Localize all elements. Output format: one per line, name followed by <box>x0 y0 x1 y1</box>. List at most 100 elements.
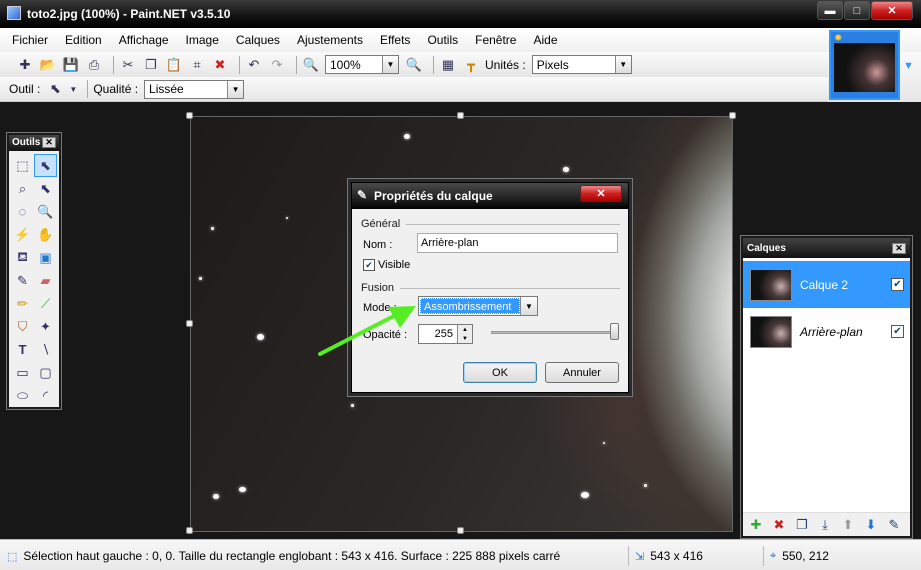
tools-panel-header: Outils ✕ <box>9 135 59 151</box>
color-picker-tool-icon[interactable]: ⟋ <box>34 292 57 315</box>
crop-icon[interactable]: ⌗ <box>188 56 206 74</box>
move-selected-pixels-tool-icon[interactable]: ⬉ <box>34 177 57 200</box>
units-combo[interactable]: Pixels ▼ <box>531 55 632 74</box>
text-tool-icon[interactable]: T <box>11 338 34 361</box>
deselect-icon[interactable]: ✖ <box>211 56 229 74</box>
resize-handle[interactable] <box>729 112 736 119</box>
menu-image[interactable]: Image <box>180 33 225 47</box>
selection-text: Sélection haut gauche : 0, 0. Taille du … <box>23 549 561 563</box>
rounded-rectangle-tool-icon[interactable]: ▢ <box>34 361 57 384</box>
ruler-icon[interactable]: ┳ <box>462 56 480 74</box>
copy-icon[interactable]: ❐ <box>142 56 160 74</box>
resize-handle[interactable] <box>186 320 193 327</box>
resize-handle[interactable] <box>186 112 193 119</box>
cursor-position-status: ⌖ 550, 212 <box>770 549 829 563</box>
paintnet-app-icon <box>7 6 21 20</box>
menu-outils[interactable]: Outils <box>421 33 464 47</box>
zoom-tool-icon[interactable]: 🔍 <box>34 200 57 223</box>
lasso-select-tool-icon[interactable]: ⌕ <box>11 177 34 200</box>
move-selection-tool-icon[interactable]: ⬉ <box>46 80 64 98</box>
close-button[interactable]: ✕ <box>871 1 913 20</box>
chevron-down-icon: ▼ <box>520 297 537 315</box>
layer-visible-checkbox[interactable]: ✔ <box>891 325 904 338</box>
resize-handle[interactable] <box>457 112 464 119</box>
eraser-tool-icon[interactable]: ▰ <box>34 269 57 292</box>
freeform-shape-tool-icon[interactable]: ◜ <box>34 384 57 407</box>
print-icon[interactable]: ⎙ <box>85 56 103 74</box>
zoom-value: 100% <box>330 57 361 72</box>
chevron-down-icon[interactable]: ▼ <box>69 80 77 98</box>
move-layer-down-icon[interactable]: ⬇ <box>862 516 880 534</box>
undo-icon[interactable]: ↶ <box>245 56 263 74</box>
new-file-icon[interactable]: ✚ <box>16 56 34 74</box>
rectangle-select-tool-icon[interactable]: ⬚ <box>11 154 34 177</box>
zoom-combo[interactable]: 100% ▼ <box>325 55 399 74</box>
menu-fichier[interactable]: Fichier <box>6 33 54 47</box>
cut-icon[interactable]: ✂ <box>119 56 137 74</box>
star <box>239 487 246 492</box>
star <box>581 492 589 498</box>
layer-item[interactable]: Arrière-plan ✔ <box>743 308 910 355</box>
resize-handle[interactable] <box>457 527 464 534</box>
visible-checkbox[interactable]: ✔ <box>363 259 375 271</box>
spinner-arrows-icon[interactable]: ▲ ▼ <box>457 325 472 343</box>
menu-calques[interactable]: Calques <box>230 33 286 47</box>
opacity-spinner[interactable]: 255 ▲ ▼ <box>418 324 473 344</box>
ok-button[interactable]: OK <box>463 362 537 383</box>
image-tab-thumbnail[interactable]: ✸ <box>829 30 900 100</box>
paste-icon[interactable]: 📋 <box>165 56 183 74</box>
rectangle-tool-icon[interactable]: ▭ <box>11 361 34 384</box>
merge-layer-down-icon[interactable]: ⤓ <box>816 516 834 534</box>
layer-visible-checkbox[interactable]: ✔ <box>891 278 904 291</box>
resize-handle[interactable] <box>186 527 193 534</box>
grid-icon[interactable]: ▦ <box>439 56 457 74</box>
blend-mode-select[interactable]: Assombrissement ▼ <box>418 296 538 316</box>
add-layer-icon[interactable]: ✚ <box>747 516 765 534</box>
paintbrush-tool-icon[interactable]: ✎ <box>11 269 34 292</box>
quality-combo[interactable]: Lissée ▼ <box>144 79 245 99</box>
tab-scroll-down-icon[interactable]: ▼ <box>903 60 914 72</box>
ellipse-tool-icon[interactable]: ⬭ <box>11 384 34 407</box>
group-divider <box>400 288 620 289</box>
paint-bucket-tool-icon[interactable]: ⛾ <box>11 246 34 269</box>
opacity-slider-track[interactable] <box>491 331 618 334</box>
clone-stamp-tool-icon[interactable]: ⛉ <box>11 315 34 338</box>
minimize-button[interactable]: ▬ <box>817 1 843 20</box>
layer-item[interactable]: Calque 2 ✔ <box>743 261 910 308</box>
ellipse-select-tool-icon[interactable]: ◌ <box>11 200 34 223</box>
gradient-tool-icon[interactable]: ▣ <box>34 246 57 269</box>
move-selection-tool-icon[interactable]: ⬉ <box>34 154 57 177</box>
close-icon[interactable]: ✕ <box>892 243 906 254</box>
open-file-icon[interactable]: 📂 <box>39 56 57 74</box>
redo-icon[interactable]: ↷ <box>268 56 286 74</box>
menu-edition[interactable]: Edition <box>59 33 108 47</box>
dialog-close-button[interactable]: ✕ <box>580 185 622 202</box>
recolor-tool-icon[interactable]: ✦ <box>34 315 57 338</box>
magic-wand-tool-icon[interactable]: ⚡ <box>11 223 34 246</box>
menu-fenetre[interactable]: Fenêtre <box>469 33 522 47</box>
cancel-button[interactable]: Annuler <box>545 362 619 383</box>
tools-panel-title: Outils <box>12 137 41 148</box>
menu-affichage[interactable]: Affichage <box>113 33 175 47</box>
move-layer-up-icon[interactable]: ⬆ <box>839 516 857 534</box>
layer-properties-icon[interactable]: ✎ <box>885 516 903 534</box>
line-curve-tool-icon[interactable]: ∖ <box>34 338 57 361</box>
menu-ajustements[interactable]: Ajustements <box>291 33 369 47</box>
opacity-slider-thumb[interactable] <box>610 323 619 340</box>
delete-layer-icon[interactable]: ✖ <box>770 516 788 534</box>
annotation-arrow-icon <box>318 306 416 356</box>
zoom-in-icon[interactable]: 🔍 <box>405 56 423 74</box>
toolbar-divider <box>433 55 434 74</box>
menu-aide[interactable]: Aide <box>527 33 563 47</box>
zoom-out-icon[interactable]: 🔍 <box>302 56 320 74</box>
pencil-tool-icon[interactable]: ✏ <box>11 292 34 315</box>
pan-tool-icon[interactable]: ✋ <box>34 223 57 246</box>
size-icon: ⇲ <box>635 550 645 563</box>
name-field[interactable]: Arrière-plan <box>417 233 618 253</box>
save-icon[interactable]: 💾 <box>62 56 80 74</box>
menu-effets[interactable]: Effets <box>374 33 416 47</box>
status-bar: ⬚ Sélection haut gauche : 0, 0. Taille d… <box>0 539 921 570</box>
duplicate-layer-icon[interactable]: ❐ <box>793 516 811 534</box>
maximize-button[interactable]: □ <box>844 1 870 20</box>
close-icon[interactable]: ✕ <box>42 137 56 148</box>
